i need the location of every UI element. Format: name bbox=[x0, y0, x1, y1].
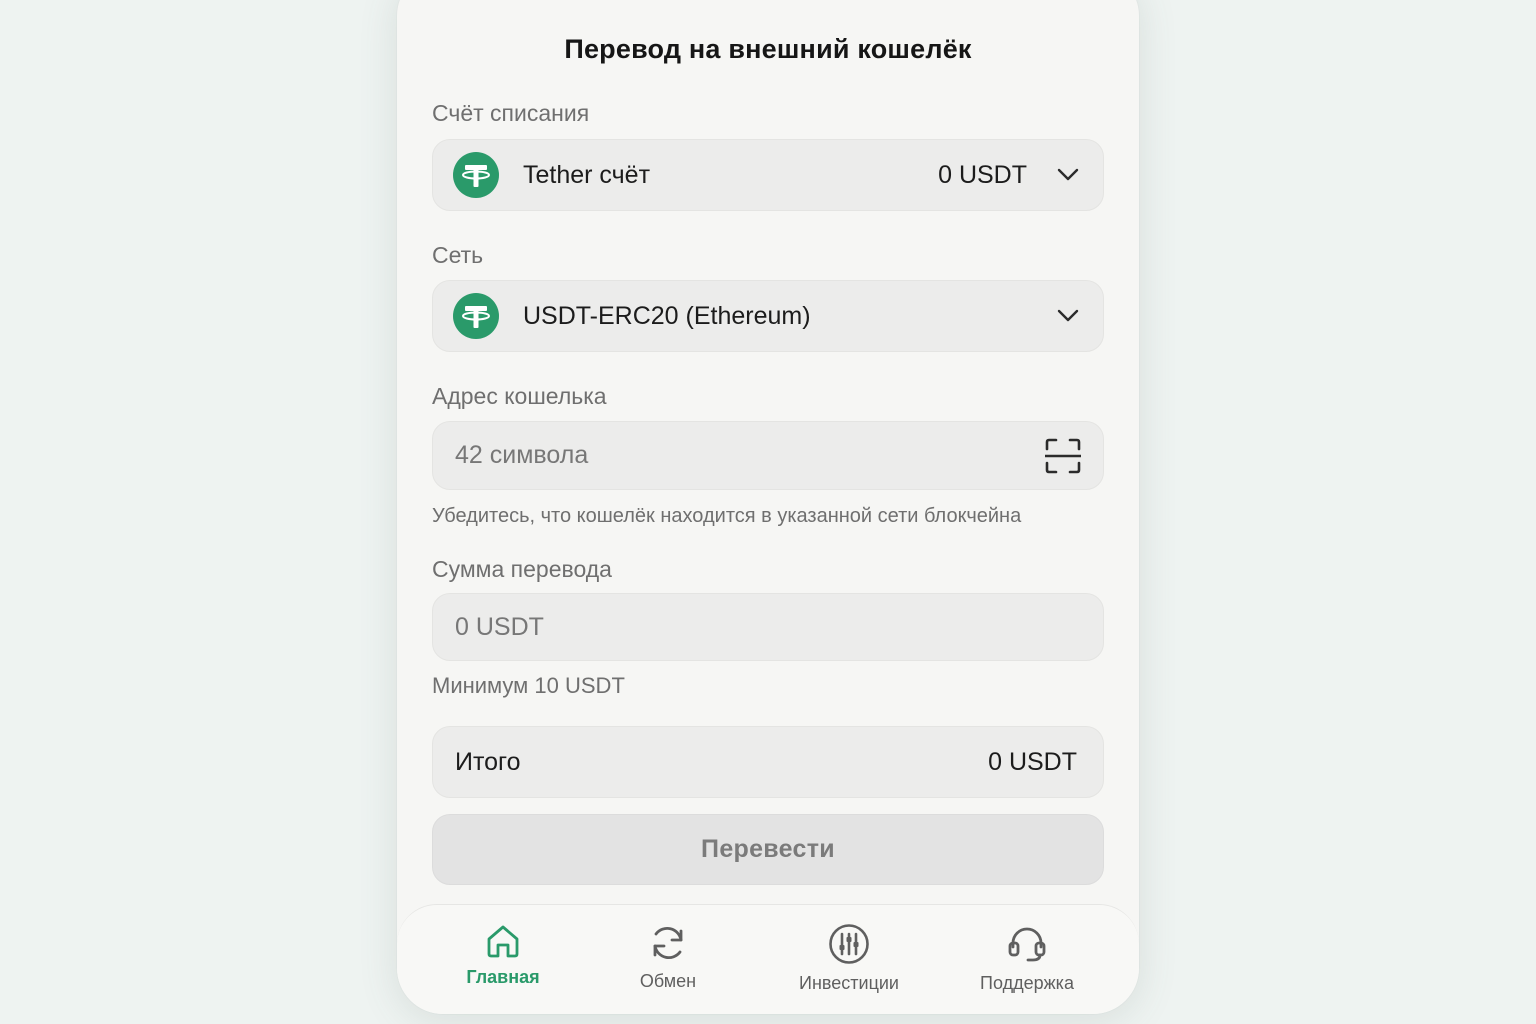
network-value: USDT-ERC20 (Ethereum) bbox=[523, 301, 811, 330]
nav-item-home[interactable]: Главная bbox=[423, 905, 583, 1005]
nav-item-investments[interactable]: Инвестиции bbox=[769, 905, 929, 1005]
sliders-icon bbox=[829, 924, 869, 964]
scan-qr-icon[interactable] bbox=[1045, 438, 1081, 474]
nav-label-exchange: Обмен bbox=[639, 971, 697, 991]
account-select[interactable]: Tether счёт 0 USDT bbox=[432, 139, 1104, 211]
amount-minimum: Минимум 10 USDT bbox=[432, 673, 625, 698]
total-value: 0 USDT bbox=[988, 747, 1077, 776]
account-label: Счёт списания bbox=[432, 100, 590, 126]
nav-item-support[interactable]: Поддержка bbox=[947, 905, 1107, 1005]
network-label: Сеть bbox=[432, 242, 484, 268]
total-label: Итого bbox=[455, 747, 521, 776]
nav-label-support: Поддержка bbox=[980, 973, 1074, 993]
exchange-icon bbox=[653, 927, 683, 959]
amount-label: Сумма перевода bbox=[432, 556, 612, 582]
address-label: Адрес кошелька bbox=[432, 383, 607, 409]
tether-icon bbox=[453, 152, 499, 198]
headset-icon bbox=[1008, 927, 1046, 962]
bottom-nav: Главная Обмен Инвестиции Поддержка bbox=[397, 904, 1139, 1014]
account-balance: 0 USDT bbox=[938, 160, 1027, 189]
home-icon bbox=[487, 925, 519, 958]
tether-icon bbox=[453, 293, 499, 339]
network-select[interactable]: USDT-ERC20 (Ethereum) bbox=[432, 280, 1104, 352]
chevron-down-icon bbox=[1057, 309, 1079, 322]
address-input[interactable]: 42 символа bbox=[432, 421, 1104, 490]
page-title: Перевод на внешний кошелёк bbox=[564, 34, 972, 64]
address-placeholder: 42 символа bbox=[455, 441, 589, 469]
account-name: Tether счёт bbox=[523, 160, 651, 189]
amount-placeholder: 0 USDT bbox=[455, 612, 544, 641]
nav-item-exchange[interactable]: Обмен bbox=[588, 905, 748, 1005]
nav-label-home: Главная bbox=[466, 967, 540, 987]
nav-label-investments: Инвестиции bbox=[799, 973, 899, 993]
chevron-down-icon bbox=[1057, 168, 1079, 181]
transfer-button[interactable]: Перевести bbox=[432, 814, 1104, 885]
transfer-screen: Перевод на внешний кошелёк Счёт списания… bbox=[397, 0, 1139, 1014]
address-hint: Убедитесь, что кошелёк находится в указа… bbox=[432, 505, 1022, 527]
total-row: Итого 0 USDT bbox=[432, 726, 1104, 798]
amount-input[interactable]: 0 USDT bbox=[432, 593, 1104, 661]
